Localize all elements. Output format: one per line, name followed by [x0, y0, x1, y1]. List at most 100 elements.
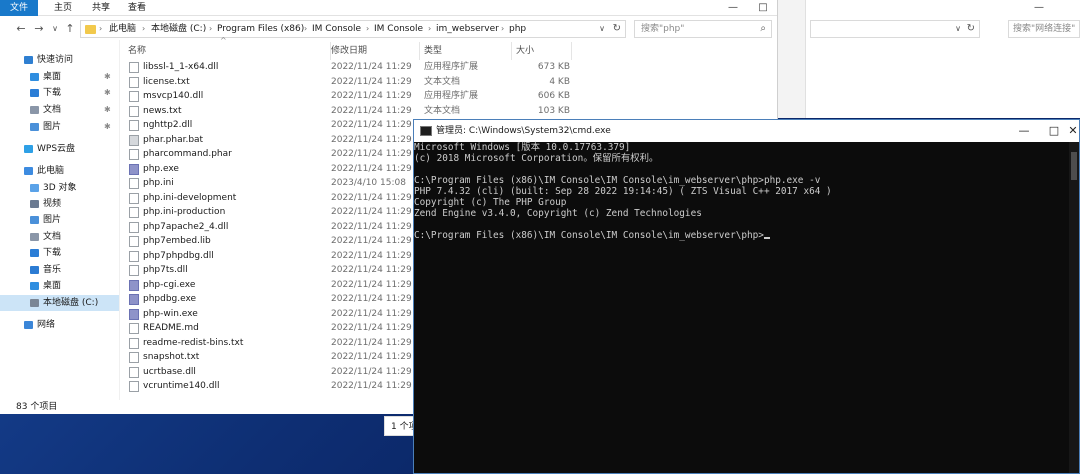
minimize-icon[interactable]: — [718, 0, 748, 16]
file-name: README.md [143, 323, 199, 333]
file-date: 2022/11/24 11:29 [331, 308, 412, 319]
tab-view[interactable]: 查看 [120, 0, 154, 16]
background-explorer-window[interactable]: — ∨ ↻ 搜索"网络连接" [778, 0, 1080, 118]
sidebar-item[interactable]: 下载 ✱ [0, 85, 120, 101]
background-address-bar[interactable]: ∨ ↻ [810, 20, 980, 38]
pin-icon[interactable]: ✱ [104, 102, 111, 118]
address-bar[interactable]: › 此电脑 › 本地磁盘 (C:) › Program Files (x86) … [80, 20, 626, 38]
chevron-down-icon[interactable]: ∨ [955, 21, 961, 37]
column-size[interactable]: 大小 [512, 42, 572, 60]
cmd-scrollbar[interactable] [1069, 142, 1079, 473]
chevron-right-icon[interactable]: › [142, 21, 145, 37]
desktop-icon [30, 282, 39, 290]
breadcrumb-im-console-2[interactable]: IM Console [374, 21, 423, 37]
cmd-window[interactable]: 管理员: C:\Windows\System32\cmd.exe — □ ✕ M… [413, 119, 1080, 474]
back-arrow-icon[interactable]: ← [14, 22, 28, 36]
sidebar-item-label: 图片 [43, 215, 62, 225]
file-row[interactable]: news.txt 2022/11/24 11:29 文本文档 103 KB [120, 104, 680, 119]
sidebar-item[interactable]: 图片 ✱ [0, 119, 120, 135]
chevron-right-icon[interactable]: › [209, 21, 212, 37]
column-type[interactable]: 类型 [420, 42, 512, 60]
sidebar-item[interactable]: 此电脑 [0, 163, 120, 179]
sidebar-item-label: WPS云盘 [37, 144, 76, 154]
console-text: Zend Engine v3.4.0, Copyright (c) Zend T… [414, 208, 702, 219]
cmd-titlebar[interactable]: 管理员: C:\Windows\System32\cmd.exe — □ ✕ [414, 120, 1079, 142]
file-type: 应用程序扩展 [424, 91, 479, 101]
file-date: 2022/11/24 11:29 [331, 250, 412, 261]
breadcrumb-local-disk[interactable]: 本地磁盘 (C:) [151, 21, 206, 37]
refresh-icon[interactable]: ↻ [967, 21, 975, 37]
chevron-right-icon[interactable]: › [99, 21, 102, 37]
console-line: C:\Program Files (x86)\IM Console\IM Con… [414, 230, 1069, 241]
sidebar-item[interactable]: 音乐 [0, 262, 120, 278]
dll-file-icon [129, 265, 139, 276]
network-icon [24, 321, 33, 329]
sidebar-item[interactable]: 文档 [0, 229, 120, 245]
music-icon [30, 266, 39, 274]
tab-home[interactable]: 主页 [46, 0, 80, 16]
forward-arrow-icon[interactable]: → [32, 22, 46, 36]
breadcrumb-this-pc[interactable]: 此电脑 [109, 21, 136, 37]
pin-icon[interactable]: ✱ [104, 119, 111, 135]
breadcrumb-im-console[interactable]: IM Console [312, 21, 361, 37]
chevron-right-icon[interactable]: › [366, 21, 369, 37]
file-date: 2022/11/24 11:29 [331, 120, 412, 130]
dll-file-icon [129, 381, 139, 392]
chevron-right-icon[interactable]: › [501, 21, 504, 37]
breadcrumb-im-webserver[interactable]: im_webserver [436, 21, 499, 37]
sidebar-item[interactable]: 网络 [0, 317, 120, 333]
sidebar-item[interactable]: 桌面 [0, 278, 120, 294]
file-date: 2022/11/24 11:29 [331, 76, 412, 87]
minimize-icon[interactable]: — [1024, 0, 1054, 16]
scrollbar-thumb[interactable] [1071, 152, 1077, 180]
tab-share[interactable]: 共享 [84, 0, 118, 16]
file-row[interactable]: license.txt 2022/11/24 11:29 文本文档 4 KB [120, 75, 680, 90]
search-input[interactable]: 搜索"php" ⌕ [634, 20, 772, 38]
dll-file-icon [129, 221, 139, 233]
sidebar-item[interactable]: 视频 [0, 196, 120, 212]
breadcrumb-program-files[interactable]: Program Files (x86) [217, 21, 304, 37]
sidebar-item[interactable]: 3D 对象 [0, 180, 120, 196]
close-icon[interactable]: ✕ [1066, 120, 1080, 142]
chevron-right-icon[interactable]: › [428, 21, 431, 37]
sidebar-item[interactable]: 文档 ✱ [0, 102, 120, 118]
console-output[interactable]: Microsoft Windows [版本 10.0.17763.379] (c)… [414, 142, 1069, 472]
maximize-icon[interactable]: □ [748, 0, 777, 16]
background-search-input[interactable]: 搜索"网络连接" [1008, 20, 1080, 38]
console-line: PHP 7.4.32 (cli) (built: Sep 28 2022 19:… [414, 186, 1069, 197]
column-date-modified[interactable]: 修改日期 [327, 42, 420, 60]
up-arrow-icon[interactable]: ↑ [63, 22, 77, 36]
sidebar-item[interactable]: 下载 [0, 245, 120, 261]
pin-icon[interactable]: ✱ [104, 69, 111, 85]
text-file-icon [129, 352, 139, 363]
console-text: (c) 2018 Microsoft Corporation。保留所有权利。 [414, 153, 659, 164]
text-file-icon [129, 149, 139, 160]
refresh-icon[interactable]: ↻ [613, 21, 621, 37]
sidebar-item[interactable]: WPS云盘 [0, 141, 120, 157]
pin-icon[interactable]: ✱ [104, 85, 111, 101]
sidebar-item[interactable]: 快速访问 [0, 52, 120, 68]
column-name[interactable]: 名称 [124, 42, 331, 60]
sidebar-item[interactable]: 本地磁盘 (C:) [0, 295, 120, 311]
file-name: nghttp2.dll [143, 120, 193, 130]
text-file-icon [129, 323, 139, 334]
chevron-down-icon[interactable]: ∨ [599, 21, 605, 37]
tab-file[interactable]: 文件 [0, 0, 38, 16]
breadcrumb-php[interactable]: php [509, 21, 526, 37]
minimize-icon[interactable]: — [1009, 120, 1039, 142]
chevron-right-icon[interactable]: › [304, 21, 307, 37]
recent-locations-chevron-icon[interactable]: ∨ [48, 22, 62, 36]
background-explorer-sidebar [778, 0, 806, 118]
maximize-icon[interactable]: □ [1039, 120, 1069, 142]
search-icon[interactable]: ⌕ [760, 21, 766, 37]
exe-file-icon [129, 308, 139, 320]
sidebar-item-label: 下载 [43, 88, 62, 98]
desktop-icon [30, 73, 39, 81]
sidebar-item[interactable]: 图片 [0, 212, 120, 228]
file-row[interactable]: libssl-1_1-x64.dll 2022/11/24 11:29 应用程序扩展… [120, 60, 680, 75]
console-text: Microsoft Windows [版本 10.0.17763.379] [414, 142, 631, 153]
file-name: php7ts.dll [143, 265, 188, 275]
sidebar-item[interactable]: 桌面 ✱ [0, 69, 120, 85]
file-row[interactable]: msvcp140.dll 2022/11/24 11:29 应用程序扩展 606 KB [120, 89, 680, 104]
